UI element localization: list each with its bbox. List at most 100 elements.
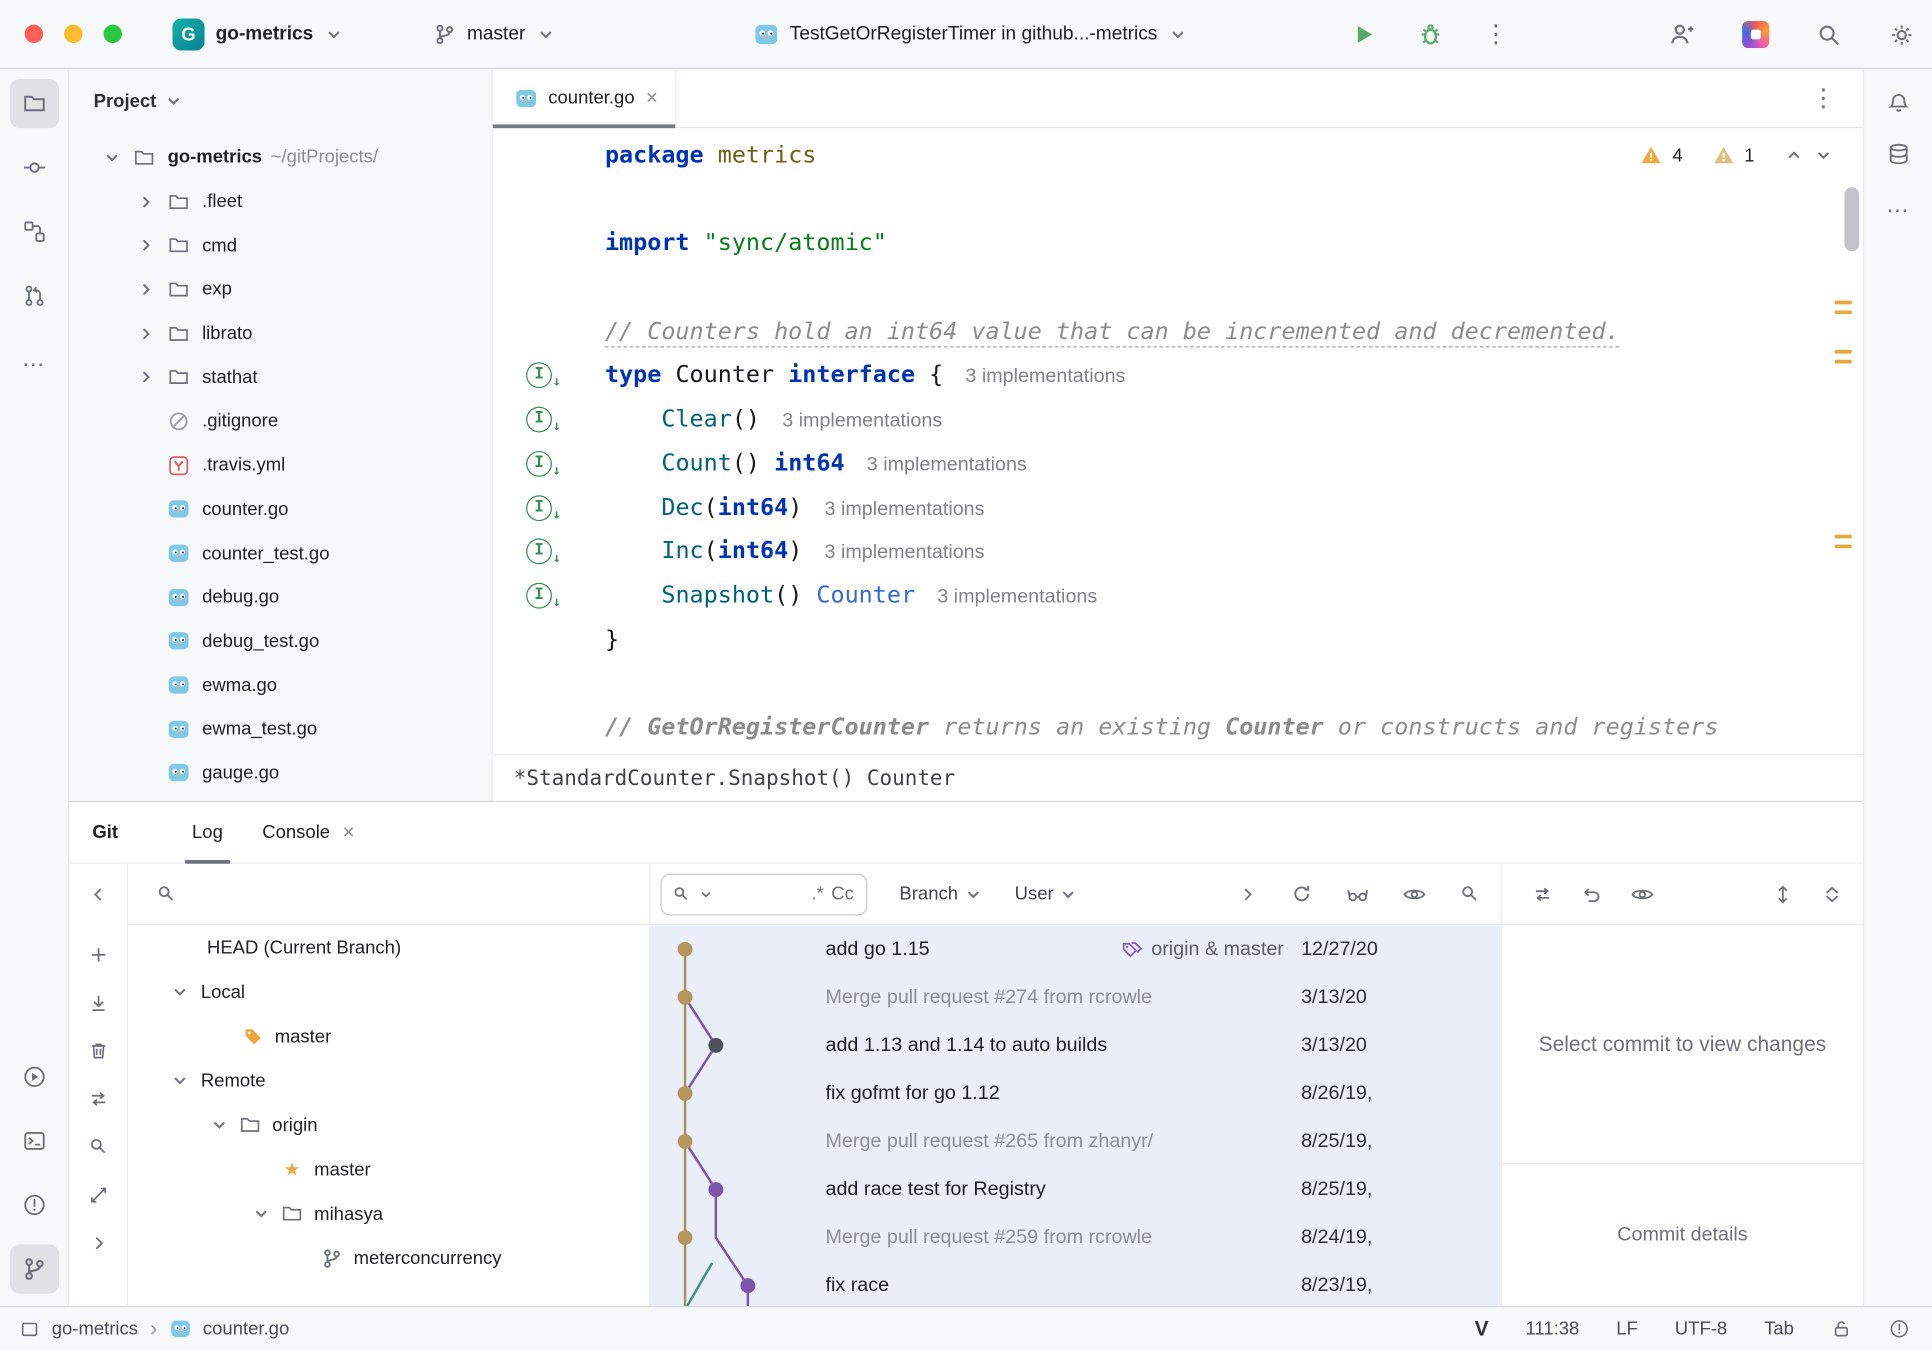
structure-toolwindow-button[interactable] <box>9 207 58 256</box>
editor-scrollbar[interactable] <box>1844 187 1859 251</box>
collapse-left-icon[interactable] <box>87 883 109 905</box>
tree-item[interactable]: ewma.go <box>69 663 492 707</box>
inlay-hint[interactable]: 3 implementations <box>867 454 1027 475</box>
warning-stripe-mark[interactable] <box>1835 350 1852 354</box>
warning-stripe-mark[interactable] <box>1835 301 1852 305</box>
code-editor[interactable]: 4 1 package metricsimport "sync/atomic"/… <box>493 128 1863 754</box>
status-breadcrumb[interactable]: go-metrics › counter.go <box>20 1316 290 1341</box>
minimize-window-button[interactable] <box>64 25 82 43</box>
log-filter-searchbox[interactable]: .* Cc <box>660 873 867 915</box>
line-separator[interactable]: LF <box>1616 1318 1638 1339</box>
project-panel-header[interactable]: Project <box>69 69 492 133</box>
inlay-hint[interactable]: 3 implementations <box>825 498 985 519</box>
breadcrumb-project[interactable]: go-metrics <box>52 1318 138 1339</box>
tree-item[interactable]: stathat <box>69 355 492 399</box>
more-toolwindows-button[interactable]: … <box>9 335 58 384</box>
tree-item[interactable]: exp <box>69 267 492 311</box>
warning-stripe-mark[interactable] <box>1835 310 1852 314</box>
close-tab-icon[interactable]: × <box>342 820 354 845</box>
more-filters-chevron-icon[interactable] <box>1238 884 1258 904</box>
implementations-gutter-icon[interactable]: I <box>526 407 552 433</box>
delete-icon[interactable] <box>87 1040 109 1062</box>
preview-diff-eye-icon[interactable] <box>1630 882 1655 907</box>
tree-item[interactable]: cmd <box>69 223 492 267</box>
implementations-gutter-icon[interactable]: I <box>526 539 552 565</box>
branch-item[interactable]: mihasya <box>128 1191 649 1235</box>
more-actions-button[interactable]: ⋮ <box>1483 22 1508 47</box>
code-with-me-icon[interactable] <box>1668 21 1695 48</box>
branch-item[interactable]: Remote <box>128 1058 649 1102</box>
lock-icon[interactable] <box>1831 1318 1852 1339</box>
branch-item[interactable]: HEAD (Current Branch) <box>128 925 649 969</box>
user-filter-dropdown[interactable]: User <box>1015 883 1079 904</box>
caret-position[interactable]: 111:38 <box>1526 1318 1580 1339</box>
maximize-window-button[interactable] <box>103 25 121 43</box>
long-edges-icon[interactable] <box>1345 882 1370 907</box>
tree-item[interactable]: ewma_test.go <box>69 707 492 751</box>
search-everywhere-icon[interactable] <box>1816 22 1842 48</box>
file-encoding[interactable]: UTF-8 <box>1675 1318 1727 1339</box>
tree-item[interactable]: go-metrics~/gitProjects/ <box>69 136 492 180</box>
tree-item[interactable]: gauge.go <box>69 751 492 795</box>
expand-icon[interactable] <box>87 1184 109 1206</box>
regex-toggle[interactable]: .* <box>812 883 824 904</box>
inlay-hint[interactable]: 3 implementations <box>937 586 1097 607</box>
warning-stripe-mark[interactable] <box>1835 545 1852 549</box>
branch-filter-dropdown[interactable]: Branch <box>899 883 982 904</box>
branch-item[interactable]: origin <box>128 1103 649 1147</box>
editor-tab-counter-go[interactable]: counter.go × <box>493 68 677 127</box>
more-toolwindows-button[interactable]: … <box>1886 192 1911 219</box>
compare-icon[interactable] <box>87 1088 109 1110</box>
run-button[interactable] <box>1350 21 1377 48</box>
branch-search-row[interactable] <box>128 864 649 926</box>
tree-item[interactable]: .gitignore <box>69 399 492 443</box>
git-tab-log[interactable]: Log <box>172 801 242 863</box>
breadcrumb-file[interactable]: counter.go <box>203 1318 289 1339</box>
tree-item[interactable]: counter.go <box>69 487 492 531</box>
preview-diff-eye-icon[interactable] <box>1402 882 1427 907</box>
vcs-branch-widget[interactable]: master <box>434 0 556 69</box>
problems-toolwindow-button[interactable] <box>9 1180 58 1229</box>
branch-item[interactable]: ★master <box>128 1147 649 1191</box>
match-case-toggle[interactable]: Cc <box>831 883 854 904</box>
git-tab-console[interactable]: Console × <box>243 801 375 863</box>
implementations-gutter-icon[interactable]: I <box>526 583 552 609</box>
rollback-icon[interactable] <box>1581 883 1603 905</box>
inlay-hint[interactable]: 3 implementations <box>782 410 942 431</box>
search-icon[interactable] <box>1459 883 1481 905</box>
run-configuration-selector[interactable]: TestGetOrRegisterTimer in github...-metr… <box>754 0 1188 69</box>
search-icon[interactable] <box>87 1136 109 1158</box>
tree-item[interactable]: debug.go <box>69 575 492 619</box>
compare-icon[interactable] <box>1532 883 1554 905</box>
implementations-gutter-icon[interactable]: I <box>526 451 552 477</box>
add-icon[interactable] <box>87 944 109 966</box>
git-toolwindow-button[interactable] <box>9 1244 58 1293</box>
expand-all-icon[interactable] <box>1772 883 1794 905</box>
tree-item[interactable]: .fleet <box>69 180 492 224</box>
inlay-hint[interactable]: 3 implementations <box>825 542 985 563</box>
inspections-status-icon[interactable] <box>1889 1318 1910 1339</box>
project-widget[interactable]: G go-metrics <box>172 0 344 69</box>
tree-item[interactable]: .travis.yml <box>69 443 492 487</box>
ideavim-icon[interactable]: V <box>1475 1316 1489 1341</box>
implementations-gutter-icon[interactable]: I <box>526 495 552 521</box>
indent-style[interactable]: Tab <box>1764 1318 1794 1339</box>
warning-stripe-mark[interactable] <box>1835 535 1852 539</box>
update-project-icon[interactable] <box>87 992 109 1014</box>
branch-item[interactable]: master <box>128 1014 649 1058</box>
tree-item[interactable]: librato <box>69 311 492 355</box>
debug-button[interactable] <box>1417 21 1444 48</box>
expand-right-icon[interactable] <box>87 1232 109 1254</box>
implementations-gutter-icon[interactable]: I <box>526 363 552 389</box>
project-toolwindow-button[interactable] <box>9 79 58 128</box>
warning-stripe-mark[interactable] <box>1835 360 1852 364</box>
pull-requests-toolwindow-button[interactable] <box>9 271 58 320</box>
services-toolwindow-button[interactable] <box>9 1052 58 1101</box>
notifications-bell-icon[interactable] <box>1886 91 1911 116</box>
terminal-toolwindow-button[interactable] <box>9 1116 58 1165</box>
branch-item[interactable]: Local <box>128 970 649 1014</box>
tree-item[interactable]: counter_test.go <box>69 531 492 575</box>
branch-item[interactable]: meterconcurrency <box>128 1236 649 1280</box>
settings-gear-icon[interactable] <box>1889 22 1915 48</box>
refresh-icon[interactable] <box>1290 882 1313 905</box>
